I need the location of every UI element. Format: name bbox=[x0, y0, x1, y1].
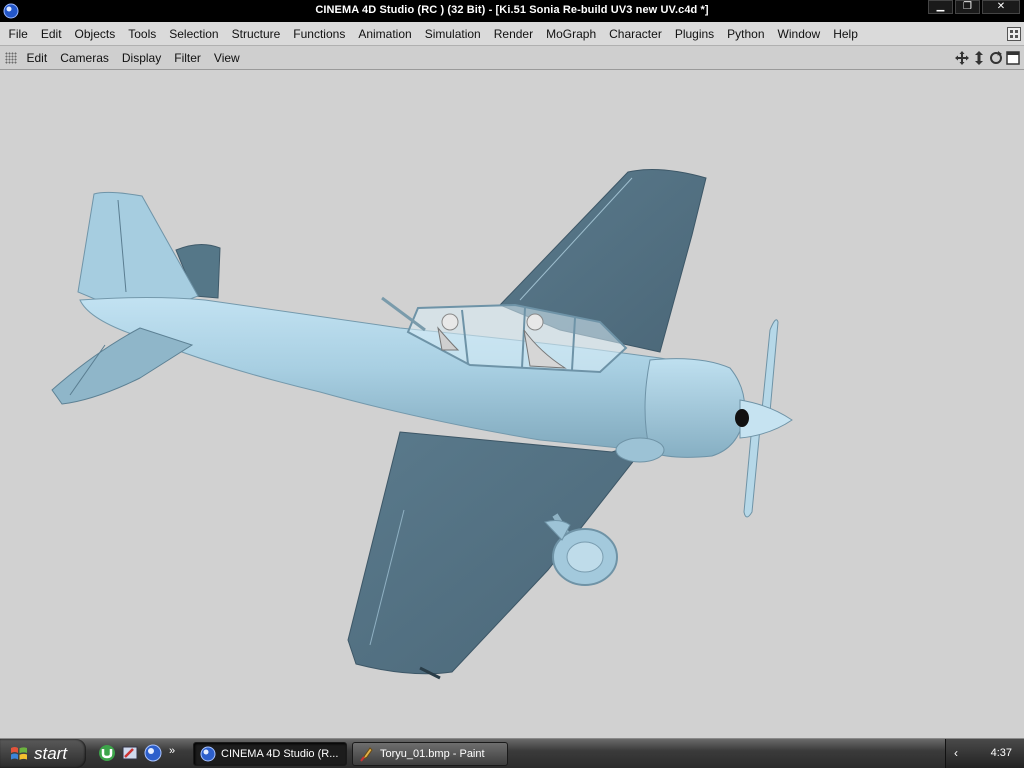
windows-taskbar: start » CINEMA 4D Studio (R... Toryu_01.… bbox=[0, 738, 1024, 768]
menu-plugins[interactable]: Plugins bbox=[668, 22, 720, 46]
menu-window[interactable]: Window bbox=[771, 22, 827, 46]
menu-objects[interactable]: Objects bbox=[68, 22, 122, 46]
title-bar[interactable]: CINEMA 4D Studio (RC ) (32 Bit) - [Ki.51… bbox=[0, 0, 1024, 22]
windows-logo-icon bbox=[11, 746, 27, 760]
clock[interactable]: 4:37 bbox=[991, 747, 1012, 759]
zoom-view-icon[interactable] bbox=[972, 51, 986, 65]
menu-mograph[interactable]: MoGraph bbox=[540, 22, 603, 46]
menu-simulation[interactable]: Simulation bbox=[418, 22, 487, 46]
pilot-figure bbox=[441, 313, 459, 331]
task-label: CINEMA 4D Studio (R... bbox=[221, 748, 339, 760]
system-tray: ‹ 4:37 bbox=[945, 739, 1024, 768]
propeller-blade-top bbox=[761, 319, 779, 413]
viewport-menu-view[interactable]: View bbox=[207, 46, 246, 70]
menu-selection[interactable]: Selection bbox=[163, 22, 225, 46]
menu-animation[interactable]: Animation bbox=[352, 22, 418, 46]
start-label: start bbox=[34, 743, 68, 763]
utorrent-icon[interactable] bbox=[98, 744, 116, 762]
show-hidden-icons-button[interactable]: ‹ bbox=[954, 746, 958, 760]
horizontal-stabilizer bbox=[51, 327, 194, 405]
quick-launch: » bbox=[98, 744, 179, 762]
main-menu-bar: File Edit Objects Tools Selection Struct… bbox=[0, 22, 1024, 46]
cinema4d-icon bbox=[200, 746, 216, 762]
menu-file[interactable]: File bbox=[2, 22, 34, 46]
task-label: Toryu_01.bmp - Paint bbox=[380, 748, 485, 760]
propeller-blade-bottom bbox=[743, 424, 761, 518]
viewport-menu-filter[interactable]: Filter bbox=[168, 46, 208, 70]
panel-grip-handle[interactable] bbox=[5, 52, 17, 64]
minimize-button[interactable]: ▁ bbox=[928, 0, 953, 14]
rotate-view-icon[interactable] bbox=[989, 51, 1003, 65]
menu-python[interactable]: Python bbox=[721, 22, 771, 46]
quick-launch-more-button[interactable]: » bbox=[169, 744, 179, 762]
menu-tools[interactable]: Tools bbox=[122, 22, 163, 46]
menu-edit[interactable]: Edit bbox=[34, 22, 68, 46]
close-button[interactable]: ✕ bbox=[982, 0, 1020, 14]
viewport-menu-cameras[interactable]: Cameras bbox=[54, 46, 116, 70]
gunner-figure bbox=[526, 313, 544, 331]
menu-functions[interactable]: Functions bbox=[287, 22, 352, 46]
viewport-menu-display[interactable]: Display bbox=[115, 46, 167, 70]
start-button[interactable]: start bbox=[0, 739, 86, 768]
menu-character[interactable]: Character bbox=[603, 22, 669, 46]
viewport-menu-bar: Edit Cameras Display Filter View bbox=[0, 46, 1024, 70]
window-title: CINEMA 4D Studio (RC ) (32 Bit) - [Ki.51… bbox=[315, 4, 709, 16]
restore-button[interactable]: ❐ bbox=[955, 0, 980, 14]
menu-render[interactable]: Render bbox=[487, 22, 539, 46]
task-paint[interactable]: Toryu_01.bmp - Paint bbox=[352, 742, 508, 766]
menu-structure[interactable]: Structure bbox=[225, 22, 287, 46]
menu-help[interactable]: Help bbox=[827, 22, 865, 46]
paint-icon bbox=[360, 747, 373, 762]
viewport-menu-edit[interactable]: Edit bbox=[20, 46, 54, 70]
cowling bbox=[644, 358, 746, 458]
toggle-panels-icon[interactable] bbox=[1006, 51, 1020, 65]
paint-brush-icon[interactable] bbox=[121, 744, 139, 762]
task-cinema4d[interactable]: CINEMA 4D Studio (R... bbox=[193, 742, 347, 766]
move-view-icon[interactable] bbox=[955, 51, 969, 65]
3d-viewport[interactable] bbox=[0, 70, 1024, 738]
layout-toggle-icon[interactable] bbox=[1007, 27, 1021, 41]
cinema4d-icon[interactable] bbox=[144, 744, 162, 762]
aircraft-model bbox=[51, 169, 793, 680]
